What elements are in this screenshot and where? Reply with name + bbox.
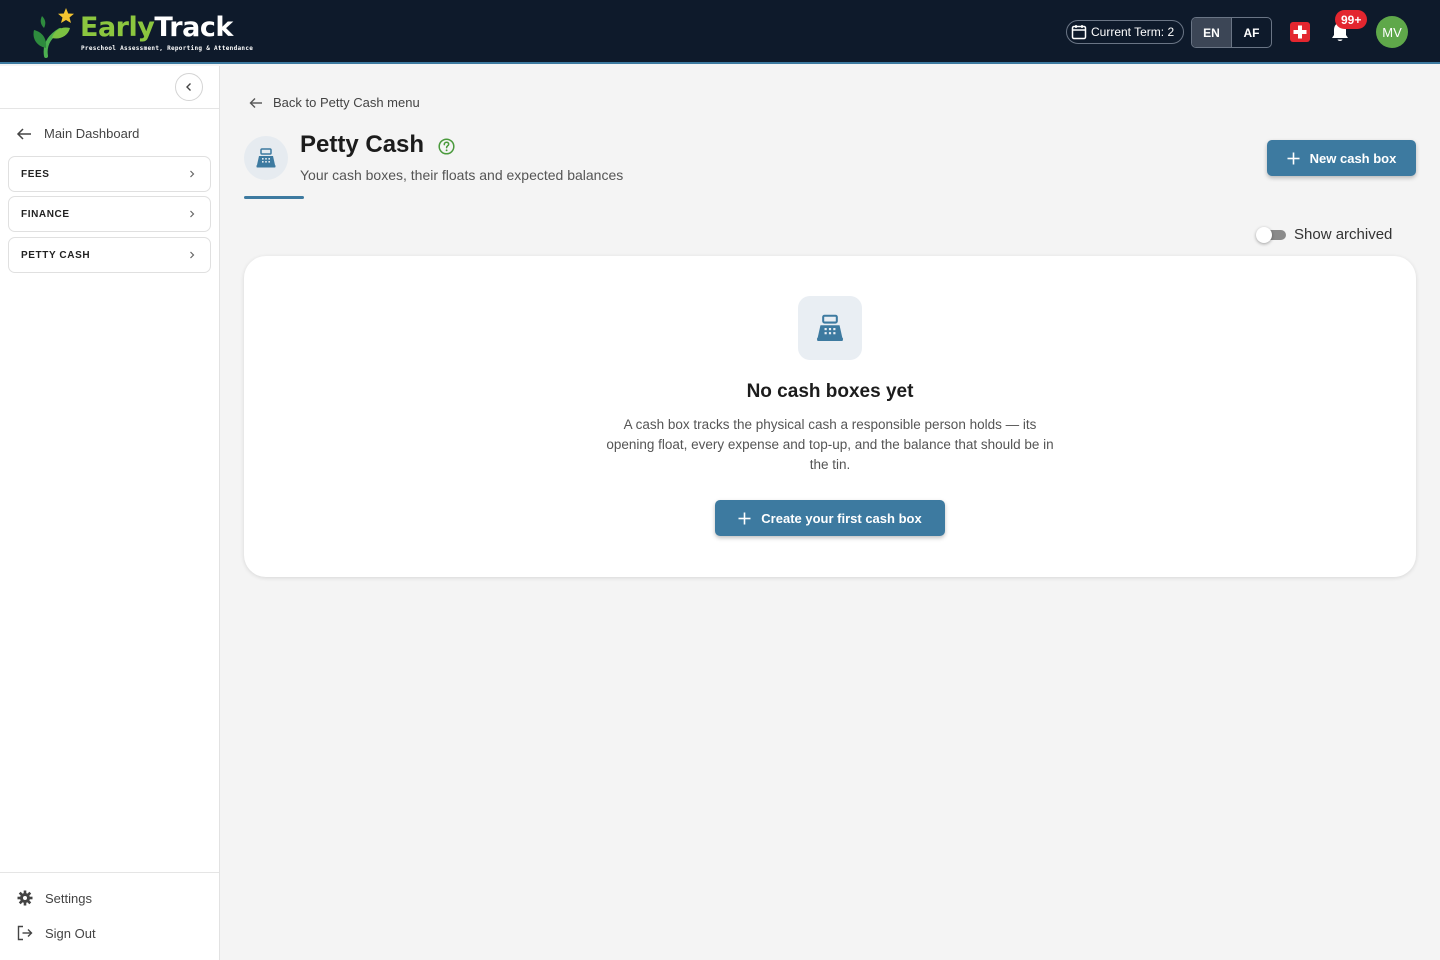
cash-register-icon bbox=[256, 148, 276, 168]
settings-link[interactable]: Settings bbox=[17, 890, 92, 906]
user-avatar[interactable]: MV bbox=[1376, 16, 1408, 48]
show-archived-toggle[interactable] bbox=[1256, 226, 1286, 243]
sign-out-label: Sign Out bbox=[45, 925, 96, 941]
new-cash-box-label: New cash box bbox=[1309, 150, 1397, 166]
empty-state-icon-tile bbox=[798, 296, 862, 360]
sidebar-item-petty-cash[interactable]: PETTY CASH bbox=[8, 237, 211, 273]
show-archived-label: Show archived bbox=[1294, 226, 1393, 243]
sign-out-icon bbox=[17, 925, 33, 941]
app-name: EarlyTrack bbox=[80, 12, 233, 43]
show-archived-control: Show archived bbox=[1256, 226, 1392, 243]
create-first-cash-box-label: Create your first cash box bbox=[761, 510, 922, 526]
chevron-right-icon bbox=[190, 170, 195, 178]
sign-out-link[interactable]: Sign Out bbox=[17, 925, 96, 941]
sidebar-item-label: FINANCE bbox=[21, 208, 70, 220]
sprout-logo-icon bbox=[33, 8, 74, 58]
toggle-knob bbox=[1256, 226, 1272, 243]
sidebar-collapse-button[interactable] bbox=[175, 73, 203, 101]
sidebar-item-label: PETTY CASH bbox=[21, 249, 91, 261]
plus-icon bbox=[738, 512, 751, 524]
current-term-pill[interactable]: Current Term: 2 bbox=[1066, 20, 1184, 44]
cash-register-icon bbox=[817, 314, 843, 341]
page-subtitle: Your cash boxes, their floats and expect… bbox=[300, 167, 624, 183]
back-to-petty-cash-link[interactable]: Back to Petty Cash menu bbox=[249, 95, 420, 110]
create-first-cash-box-button[interactable]: Create your first cash box bbox=[715, 500, 945, 536]
empty-state-title: No cash boxes yet bbox=[746, 381, 914, 402]
language-switcher: EN AF bbox=[1191, 17, 1272, 48]
medical-cross-icon[interactable] bbox=[1290, 22, 1310, 42]
page-title: Petty Cash bbox=[300, 131, 425, 158]
sidebar-item-finance[interactable]: FINANCE bbox=[8, 196, 211, 232]
main-dashboard-label: Main Dashboard bbox=[44, 126, 140, 141]
language-en-button[interactable]: EN bbox=[1192, 18, 1231, 47]
new-cash-box-button[interactable]: New cash box bbox=[1267, 140, 1416, 176]
chevron-left-icon bbox=[186, 83, 191, 91]
top-bar: EarlyTrack Preschool Assessment, Reporti… bbox=[0, 0, 1440, 64]
sidebar-item-fees[interactable]: FEES bbox=[8, 156, 211, 192]
empty-state-description: A cash box tracks the physical cash a re… bbox=[606, 417, 1054, 472]
arrow-left-icon bbox=[16, 127, 31, 140]
sidebar: Main Dashboard FEES FINANCE PETTY CASH S… bbox=[0, 66, 220, 960]
language-af-button[interactable]: AF bbox=[1231, 18, 1271, 47]
settings-label: Settings bbox=[45, 890, 92, 906]
sidebar-divider bbox=[0, 108, 219, 109]
calendar-icon bbox=[1071, 25, 1087, 40]
sidebar-item-label: FEES bbox=[21, 168, 50, 180]
gear-icon bbox=[17, 890, 33, 906]
chevron-right-icon bbox=[190, 210, 195, 218]
help-icon[interactable] bbox=[438, 138, 455, 155]
plus-icon bbox=[1287, 152, 1300, 164]
current-term-label: Current Term: 2 bbox=[1091, 25, 1175, 39]
title-underline bbox=[244, 196, 304, 199]
empty-state-card: No cash boxes yet A cash box tracks the … bbox=[244, 256, 1416, 577]
main-dashboard-link[interactable]: Main Dashboard bbox=[16, 126, 139, 141]
page-title-icon bbox=[244, 136, 288, 180]
chevron-right-icon bbox=[190, 251, 195, 259]
app-tagline: Preschool Assessment, Reporting & Attend… bbox=[81, 45, 254, 52]
arrow-left-icon bbox=[249, 97, 262, 108]
back-link-label: Back to Petty Cash menu bbox=[273, 95, 420, 110]
notification-count-badge: 99+ bbox=[1335, 10, 1368, 29]
sidebar-footer-divider bbox=[0, 872, 219, 873]
app-logo[interactable]: EarlyTrack Preschool Assessment, Reporti… bbox=[30, 8, 253, 58]
